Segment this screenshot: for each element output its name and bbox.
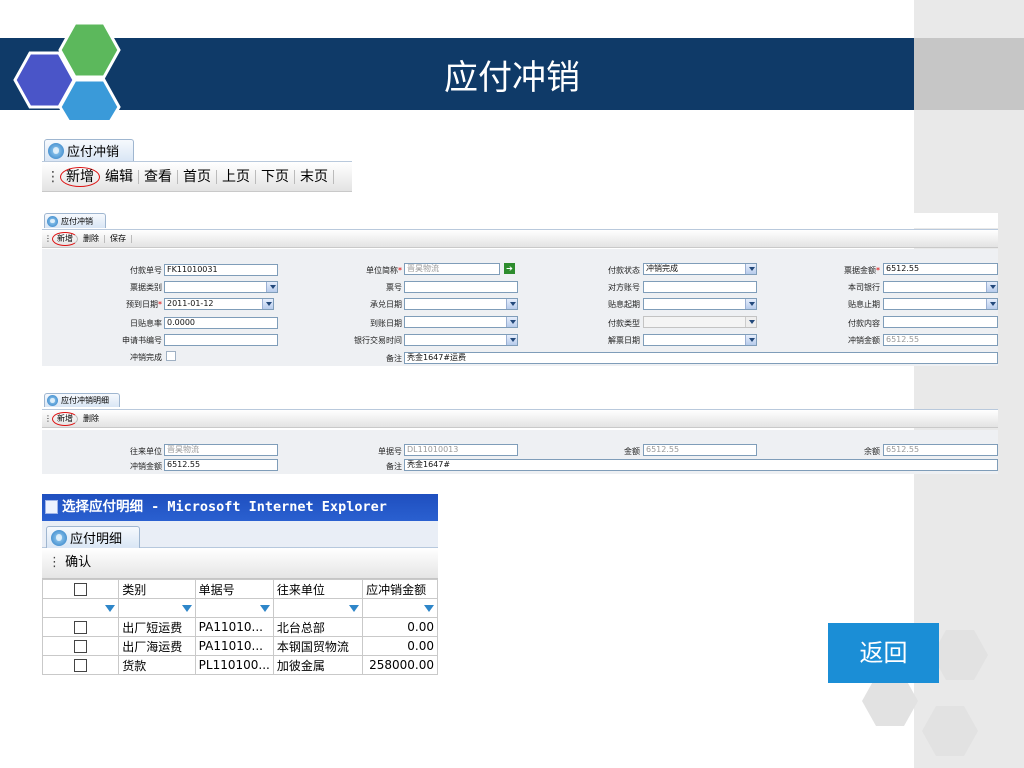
app-logo-icon	[47, 395, 58, 406]
chevron-down-icon	[745, 264, 756, 274]
table-row[interactable]: 出厂短运费 PA11010... 北台总部 0.00	[42, 617, 438, 637]
window-caption[interactable]: 选择应付明细 - Microsoft Internet Explorer	[42, 494, 438, 521]
prev-page-button[interactable]: 上页	[217, 169, 256, 184]
filter-icon[interactable]	[349, 605, 360, 612]
filter-icon[interactable]	[105, 605, 116, 612]
column-header[interactable]: 类别	[118, 579, 196, 599]
application-no-field[interactable]	[164, 334, 278, 346]
counterparty-account-field[interactable]	[643, 281, 757, 293]
form-toolbar: ⋮ 新增 删除 保存	[42, 229, 998, 248]
company-bank-select[interactable]	[883, 281, 998, 293]
detail-doc-no-field[interactable]: DL11010013	[404, 444, 518, 456]
daily-discount-rate-field[interactable]: 0.0000	[164, 317, 278, 329]
confirm-button[interactable]: 确认	[65, 555, 91, 570]
bill-category-select[interactable]	[164, 281, 278, 293]
select-payable-detail-window: 选择应付明细 - Microsoft Internet Explorer 应付明…	[42, 494, 438, 684]
chevron-down-icon	[262, 299, 273, 309]
detail-toolbar: ⋮ 新增 删除	[42, 409, 998, 428]
row-checkbox[interactable]	[74, 621, 88, 634]
detail-balance-field[interactable]: 6512.55	[883, 444, 998, 456]
arrival-date-field[interactable]	[404, 316, 518, 328]
acceptance-date-field[interactable]	[404, 298, 518, 310]
chevron-down-icon	[986, 299, 997, 309]
write-off-amount-field[interactable]: 6512.55	[883, 334, 998, 346]
app-logo-icon	[47, 215, 58, 227]
chevron-down-icon	[506, 299, 517, 309]
tab-label: 应付冲销	[67, 145, 120, 160]
bill-no-field[interactable]	[404, 281, 518, 293]
bank-trade-time-field[interactable]	[404, 334, 518, 346]
hexagon-logo-icon	[13, 21, 121, 120]
title-bar: 应付冲销	[0, 38, 914, 110]
last-page-button[interactable]: 末页	[295, 169, 334, 184]
slide: 应付冲销 应付冲销 ⋮ 新增 编辑 查看 首页 上页 下页 末页 应付冲销 ⋮ …	[0, 0, 1024, 768]
detail-add-button[interactable]: 新增	[52, 411, 78, 426]
payment-no-field[interactable]: FK11010031	[164, 264, 278, 276]
next-page-button[interactable]: 下页	[256, 169, 295, 184]
back-button[interactable]: 返回	[828, 623, 939, 683]
column-header[interactable]: 往来单位	[272, 579, 364, 599]
discount-end-field[interactable]	[883, 298, 998, 310]
row-checkbox[interactable]	[74, 640, 88, 653]
form-delete-button[interactable]: 删除	[78, 234, 105, 243]
form-add-button[interactable]: 新增	[52, 231, 78, 246]
chevron-down-icon	[745, 299, 756, 309]
table-row[interactable]: 货款 PL110100... 加彼金属 258000.00	[42, 655, 438, 675]
chevron-down-icon	[506, 335, 517, 345]
bill-amount-field[interactable]: 6512.55	[883, 263, 998, 275]
view-button[interactable]: 查看	[139, 169, 178, 184]
ie-page-icon	[45, 500, 58, 514]
filter-icon[interactable]	[424, 605, 434, 612]
discount-start-field[interactable]	[643, 298, 757, 310]
form-save-button[interactable]: 保存	[105, 234, 132, 243]
first-page-button[interactable]: 首页	[178, 169, 217, 184]
column-header[interactable]: 单据号	[194, 579, 274, 599]
column-header[interactable]: 应冲销金额	[362, 579, 438, 599]
select-all-checkbox[interactable]	[74, 583, 88, 596]
chevron-down-icon	[266, 282, 277, 292]
payment-status-select[interactable]: 冲销完成	[643, 263, 757, 275]
write-off-complete-checkbox[interactable]	[166, 351, 176, 361]
page-title: 应付冲销	[444, 58, 580, 98]
remark-field[interactable]: 秃金1647#运费	[404, 352, 998, 364]
payment-content-field[interactable]	[883, 316, 998, 328]
table-row[interactable]: 出厂海运费 PA11010... 本钢国贸物流 0.00	[42, 636, 438, 656]
detail-write-off-amount-field[interactable]: 6512.55	[164, 459, 278, 471]
payment-type-select[interactable]	[643, 316, 757, 328]
bill-release-date-field[interactable]	[643, 334, 757, 346]
chevron-down-icon	[745, 317, 756, 327]
tab-top-payable[interactable]: 应付冲销	[44, 139, 134, 161]
chevron-down-icon	[506, 317, 517, 327]
app-logo-icon	[48, 142, 64, 159]
detail-remark-field[interactable]: 秃金1647#	[404, 459, 998, 471]
top-toolbar: ⋮ 新增 编辑 查看 首页 上页 下页 末页	[42, 161, 352, 192]
expected-date-field[interactable]: 2011-01-12	[164, 298, 274, 310]
edit-button[interactable]: 编辑	[100, 169, 139, 184]
add-button[interactable]: 新增	[60, 166, 100, 187]
row-checkbox[interactable]	[74, 659, 88, 672]
filter-icon[interactable]	[259, 605, 270, 612]
detail-table: 类别 单据号 往来单位 应冲销金额 出厂短运费 PA11010... 北台总部 …	[42, 579, 438, 675]
detail-unit-field[interactable]: 晋昊物流	[164, 444, 278, 456]
chevron-down-icon	[745, 335, 756, 345]
detail-amount-field[interactable]: 6512.55	[643, 444, 757, 456]
chevron-down-icon	[986, 282, 997, 292]
filter-icon[interactable]	[181, 605, 192, 612]
app-logo-icon	[51, 529, 67, 546]
detail-delete-button[interactable]: 删除	[78, 414, 104, 423]
tab-payable-detail[interactable]: 应付明细	[46, 526, 140, 548]
tab-form-payable[interactable]: 应付冲销	[44, 213, 106, 228]
tab-detail-payable[interactable]: 应付冲销明细	[44, 393, 120, 407]
arrow-right-icon[interactable]: ➔	[504, 263, 515, 274]
unit-short-name-field[interactable]: 晋昊物流	[404, 263, 500, 275]
